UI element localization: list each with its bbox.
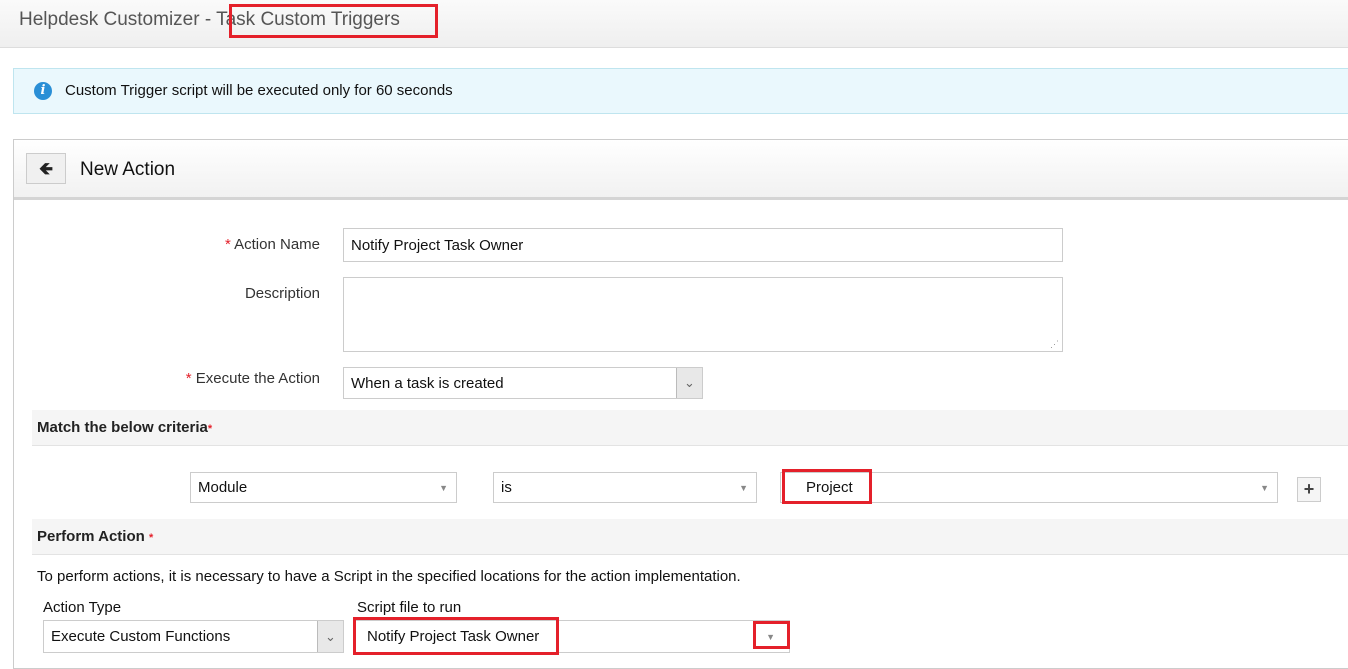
panel-header bbox=[14, 140, 1348, 200]
heading-text: Perform Action bbox=[37, 528, 145, 545]
description-textarea[interactable]: ⋰ bbox=[343, 277, 1063, 352]
info-text: Custom Trigger script will be executed o… bbox=[65, 82, 453, 99]
criteria-heading: Match the below criteria* bbox=[32, 410, 1348, 446]
chevron-down-icon[interactable]: ⌄ bbox=[317, 621, 343, 652]
panel-title: New Action bbox=[80, 159, 176, 180]
select-value: Module bbox=[198, 479, 248, 496]
heading-text: Match the below criteria bbox=[37, 419, 208, 436]
select-value: When a task is created bbox=[351, 374, 504, 392]
highlight-box bbox=[782, 469, 872, 504]
resize-handle-icon[interactable]: ⋰ bbox=[1050, 339, 1059, 350]
action-name-label: * Action Name bbox=[20, 236, 320, 253]
action-type-label: Action Type bbox=[43, 599, 122, 616]
label-text: Execute the Action bbox=[195, 370, 320, 387]
script-label: Script file to run bbox=[357, 599, 462, 616]
highlight-box bbox=[229, 4, 438, 38]
criteria-field-select[interactable]: Module ▼ bbox=[190, 472, 457, 503]
back-button[interactable]: 🡸 bbox=[26, 153, 66, 184]
chevron-down-icon[interactable]: ⌄ bbox=[676, 368, 702, 398]
plus-icon: + bbox=[1303, 479, 1315, 499]
select-value: Execute Custom Functions bbox=[51, 628, 231, 645]
description-label: Description bbox=[244, 285, 320, 302]
required-mark: * bbox=[224, 236, 231, 253]
action-panel bbox=[13, 139, 1348, 669]
caret-down-icon: ▼ bbox=[1260, 482, 1269, 493]
action-type-select[interactable]: Execute Custom Functions ⌄ bbox=[43, 620, 344, 653]
info-banner: i Custom Trigger script will be executed… bbox=[13, 68, 1348, 114]
input-value: Notify Project Task Owner bbox=[351, 236, 524, 254]
title-prefix: Helpdesk Customizer - bbox=[19, 9, 217, 30]
info-icon: i bbox=[34, 82, 52, 100]
add-criteria-button[interactable]: + bbox=[1297, 477, 1321, 502]
criteria-operator-select[interactable]: is ▼ bbox=[493, 472, 757, 503]
label-text: Action Name bbox=[234, 236, 320, 253]
caret-down-icon: ▼ bbox=[739, 482, 748, 493]
required-mark: * bbox=[148, 532, 154, 544]
required-mark: * bbox=[207, 423, 213, 435]
highlight-box bbox=[753, 621, 790, 649]
perform-heading: Perform Action * bbox=[32, 519, 1348, 555]
highlight-box bbox=[353, 617, 559, 655]
required-mark: * bbox=[185, 370, 192, 387]
caret-down-icon: ▼ bbox=[439, 482, 448, 493]
execute-label: * Execute the Action bbox=[20, 370, 320, 387]
select-value: is bbox=[501, 479, 512, 496]
execute-select[interactable]: When a task is created ⌄ bbox=[343, 367, 703, 399]
arrow-left-icon: 🡸 bbox=[39, 159, 53, 178]
perform-note: To perform actions, it is necessary to h… bbox=[37, 568, 741, 585]
action-name-input[interactable]: Notify Project Task Owner bbox=[343, 228, 1063, 262]
